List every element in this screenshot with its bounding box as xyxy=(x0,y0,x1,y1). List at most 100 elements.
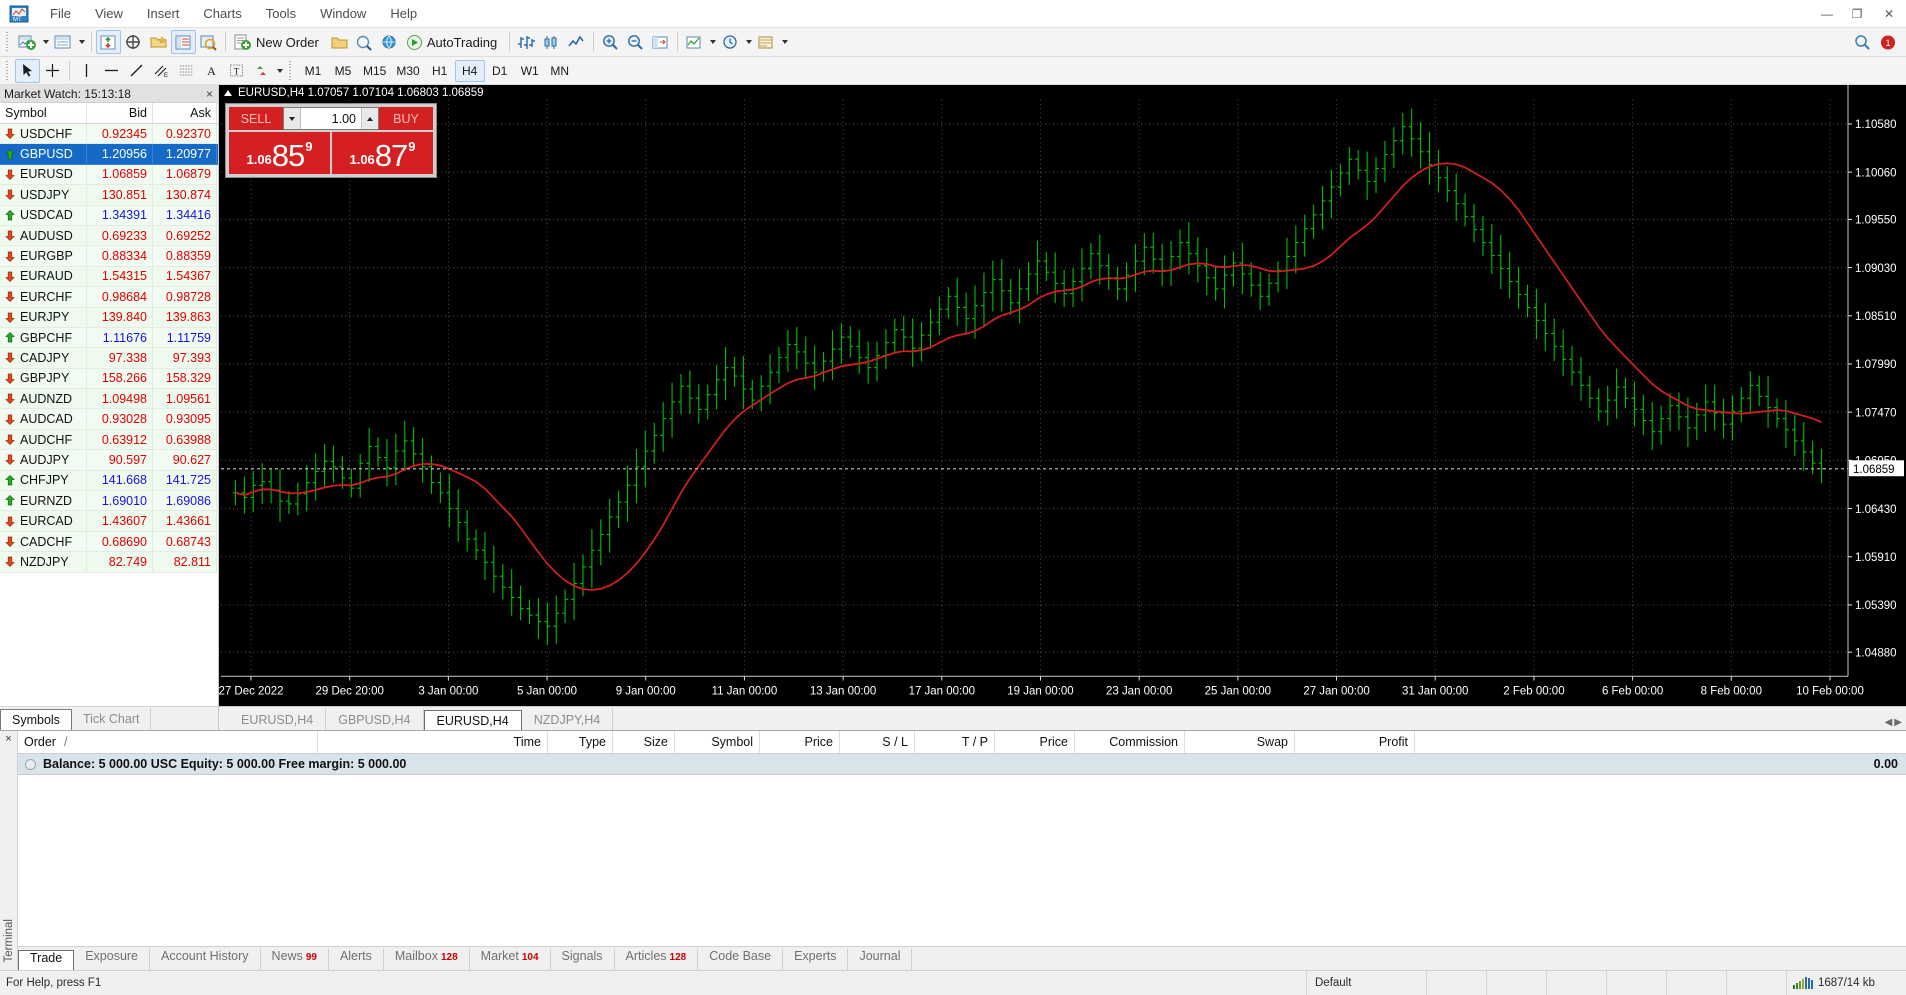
chart-tab-eurusd-1[interactable]: EURUSD,H4 xyxy=(229,709,327,730)
terminal-close-icon[interactable]: × xyxy=(5,733,11,745)
timeframe-m1[interactable]: M1 xyxy=(298,60,328,82)
market-watch-row-audnzd[interactable]: AUDNZD 1.09498 1.09561 xyxy=(0,389,218,410)
terminal-tab-trade[interactable]: Trade xyxy=(18,950,75,971)
chart-tab-eurusd-2[interactable]: EURUSD,H4 xyxy=(423,710,522,731)
market-watch-row-chfjpy[interactable]: CHFJPY 141.668 141.725 xyxy=(0,470,218,492)
orders-column-time[interactable]: Time xyxy=(318,731,548,753)
new-order-button[interactable]: New Order xyxy=(230,30,327,54)
templates-dropdown-icon[interactable] xyxy=(779,30,790,54)
market-watch-row-cadjpy[interactable]: CADJPY 97.338 97.393 xyxy=(0,348,218,369)
terminal-tab-market[interactable]: Market 104 xyxy=(470,949,551,970)
timeframe-mn[interactable]: MN xyxy=(545,60,575,82)
timeframe-w1[interactable]: W1 xyxy=(515,60,545,82)
fibonacci-icon[interactable] xyxy=(174,59,199,83)
autotrading-button[interactable]: AutoTrading xyxy=(402,30,505,54)
terminal-tab-journal[interactable]: Journal xyxy=(848,949,913,970)
terminal-tab-mailbox[interactable]: Mailbox 128 xyxy=(384,949,470,970)
chart-shift-icon[interactable] xyxy=(648,30,673,54)
navigator-icon[interactable] xyxy=(146,30,171,54)
market-watch-row-gbpusd[interactable]: GBPUSD 1.20956 1.20977 xyxy=(0,144,218,165)
terminal-tab-account-history[interactable]: Account History xyxy=(150,949,261,970)
orders-column-swap[interactable]: Swap xyxy=(1185,731,1295,753)
connection-status[interactable]: 1687/14 kb xyxy=(1786,971,1906,995)
timeframe-h1[interactable]: H1 xyxy=(425,60,455,82)
market-watch-row-eurcad[interactable]: EURCAD 1.43607 1.43661 xyxy=(0,511,218,532)
market-watch-row-eurgbp[interactable]: EURGBP 0.88334 0.88359 xyxy=(0,246,218,267)
volume-input[interactable]: 1.00 xyxy=(301,108,361,129)
market-watch-row-nzdjpy[interactable]: NZDJPY 82.749 82.811 xyxy=(0,552,218,573)
orders-column-t-p[interactable]: T / P xyxy=(915,731,995,753)
expert-advisors-icon[interactable] xyxy=(352,30,377,54)
market-watch-icon[interactable] xyxy=(96,30,121,54)
cursor-icon[interactable] xyxy=(15,58,40,83)
toolbar-grip[interactable] xyxy=(5,60,12,81)
volume-stepper[interactable]: 1.00 xyxy=(283,107,379,130)
orders-column-profit[interactable]: Profit xyxy=(1295,731,1415,753)
menu-item-window[interactable]: Window xyxy=(308,1,378,27)
candlestick-chart-icon[interactable] xyxy=(539,30,564,54)
market-watch-row-eurnzd[interactable]: EURNZD 1.69010 1.69086 xyxy=(0,491,218,512)
timeframe-m5[interactable]: M5 xyxy=(328,60,358,82)
maximize-button[interactable]: ❐ xyxy=(1842,0,1872,27)
market-watch-row-gbpchf[interactable]: GBPCHF 1.11676 1.11759 xyxy=(0,327,218,349)
horizontal-line-icon[interactable] xyxy=(99,59,124,83)
indicators-icon[interactable] xyxy=(682,30,707,54)
market-watch-row-audcad[interactable]: AUDCAD 0.93028 0.93095 xyxy=(0,409,218,430)
market-watch-row-gbpjpy[interactable]: GBPJPY 158.266 158.329 xyxy=(0,368,218,390)
equidistant-channel-icon[interactable]: E xyxy=(149,59,174,83)
chart-tabs-scroll-right-icon[interactable]: ▶ xyxy=(1894,717,1902,728)
menu-item-view[interactable]: View xyxy=(83,1,135,27)
globe-icon[interactable] xyxy=(377,30,402,54)
terminal-tab-news[interactable]: News 99 xyxy=(261,949,329,970)
tab-symbols[interactable]: Symbols xyxy=(0,709,72,731)
text-label-icon[interactable]: T xyxy=(224,59,249,83)
chart-tabs-scroll-left-icon[interactable]: ◀ xyxy=(1885,717,1893,728)
market-watch-row-usdcad[interactable]: USDCAD 1.34391 1.34416 xyxy=(0,205,218,226)
templates-icon[interactable] xyxy=(754,30,779,54)
chart-expand-icon[interactable] xyxy=(224,89,232,96)
column-header-ask[interactable]: Ask xyxy=(153,103,217,123)
orders-column-price[interactable]: Price xyxy=(995,731,1075,753)
market-watch-row-audjpy[interactable]: AUDJPY 90.597 90.627 xyxy=(0,450,218,471)
market-watch-row-usdjpy[interactable]: USDJPY 130.851 130.874 xyxy=(0,185,218,206)
terminal-tab-code-base[interactable]: Code Base xyxy=(698,949,784,970)
metaeditor-icon[interactable] xyxy=(327,30,352,54)
new-chart-dropdown-icon[interactable] xyxy=(40,30,51,54)
volume-increase-icon[interactable] xyxy=(361,108,378,129)
menu-item-charts[interactable]: Charts xyxy=(191,1,253,27)
menu-item-help[interactable]: Help xyxy=(378,1,429,27)
account-summary-row[interactable]: Balance: 5 000.00 USC Equity: 5 000.00 F… xyxy=(18,754,1906,775)
terminal-tab-experts[interactable]: Experts xyxy=(783,949,849,970)
chart-tab-nzdjpy[interactable]: NZDJPY,H4 xyxy=(522,709,614,730)
orders-column-s-l[interactable]: S / L xyxy=(840,731,915,753)
timeframe-d1[interactable]: D1 xyxy=(485,60,515,82)
toolbar-grip[interactable] xyxy=(5,32,12,52)
terminal-tab-signals[interactable]: Signals xyxy=(551,949,615,970)
chart-canvas-container[interactable]: 1.10580 1.10060 1.09550 1.09030 1.08510 1.079… xyxy=(219,85,1906,706)
terminal-icon[interactable] xyxy=(171,30,196,54)
sell-button[interactable]: 1.06 85 9 xyxy=(229,132,330,174)
indicators-dropdown-icon[interactable] xyxy=(707,30,718,54)
market-watch-row-euraud[interactable]: EURAUD 1.54315 1.54367 xyxy=(0,266,218,288)
toolbar-grip[interactable] xyxy=(288,60,295,81)
orders-column-size[interactable]: Size xyxy=(613,731,675,753)
market-watch-row-eurusd[interactable]: EURUSD 1.06859 1.06879 xyxy=(0,164,218,186)
bar-chart-icon[interactable] xyxy=(514,30,539,54)
timeframe-m15[interactable]: M15 xyxy=(358,60,391,82)
market-watch-row-audusd[interactable]: AUDUSD 0.69233 0.69252 xyxy=(0,225,218,247)
market-watch-row-usdchf[interactable]: USDCHF 0.92345 0.92370 xyxy=(0,124,218,145)
orders-column-commission[interactable]: Commission xyxy=(1075,731,1185,753)
tab-tick-chart[interactable]: Tick Chart xyxy=(72,708,152,730)
search-icon[interactable] xyxy=(1850,30,1875,54)
orders-column-symbol[interactable]: Symbol xyxy=(675,731,760,753)
terminal-tab-alerts[interactable]: Alerts xyxy=(329,949,384,970)
arrows-dropdown-icon[interactable] xyxy=(274,59,285,83)
data-window-icon[interactable] xyxy=(121,30,146,54)
menu-item-file[interactable]: File xyxy=(38,1,83,27)
orders-body[interactable] xyxy=(18,775,1906,946)
text-icon[interactable]: A xyxy=(199,59,224,83)
menu-item-insert[interactable]: Insert xyxy=(135,1,192,27)
trendline-icon[interactable] xyxy=(124,59,149,83)
line-chart-icon[interactable] xyxy=(564,30,589,54)
arrows-icon[interactable] xyxy=(249,59,274,83)
